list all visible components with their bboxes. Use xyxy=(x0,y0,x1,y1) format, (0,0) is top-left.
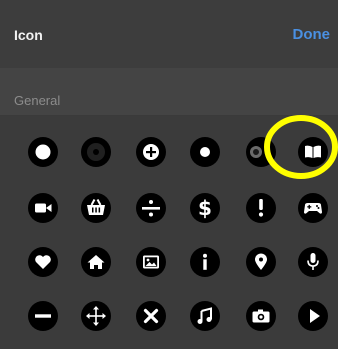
location-pin-icon xyxy=(255,253,267,270)
icon-option-book[interactable] xyxy=(298,137,328,167)
microphone-icon xyxy=(307,253,319,270)
icon-grid: $ xyxy=(0,116,338,349)
icon-option-toggle-dot[interactable] xyxy=(246,137,276,167)
icon-picker-panel: Icon Done General $ xyxy=(0,0,338,349)
icon-option-camera[interactable] xyxy=(246,301,276,331)
icon-option-plus-circle[interactable] xyxy=(136,137,166,167)
icon-option-music-note[interactable] xyxy=(190,301,220,331)
icon-option-exclamation[interactable] xyxy=(246,193,276,223)
camera-icon xyxy=(252,309,270,323)
book-icon xyxy=(305,145,321,158)
icon-option-small-dot[interactable] xyxy=(190,137,220,167)
header-bar: Icon Done xyxy=(0,0,338,68)
plus-circle-icon xyxy=(143,144,159,160)
icon-option-divide[interactable] xyxy=(136,193,166,223)
svg-text:$: $ xyxy=(198,196,212,220)
info-icon xyxy=(203,253,207,270)
home-icon xyxy=(87,255,105,269)
music-note-icon xyxy=(197,307,212,324)
icon-option-location-pin[interactable] xyxy=(246,247,276,277)
icon-option-home[interactable] xyxy=(81,247,111,277)
shopping-basket-icon xyxy=(87,199,105,215)
icon-option-microphone[interactable] xyxy=(298,247,328,277)
divide-icon xyxy=(142,200,160,217)
heart-icon xyxy=(35,255,51,269)
move-arrows-icon xyxy=(86,306,106,326)
icon-option-image[interactable] xyxy=(136,247,166,277)
section-label-general: General xyxy=(14,93,61,108)
icon-option-video-camera[interactable] xyxy=(28,193,58,223)
icon-option-gamepad[interactable] xyxy=(298,193,328,223)
icon-option-shopping-basket[interactable] xyxy=(81,193,111,223)
gamepad-icon xyxy=(304,203,322,214)
exclamation-icon xyxy=(258,199,264,217)
icon-option-heart[interactable] xyxy=(28,247,58,277)
section-header: General xyxy=(0,68,338,115)
close-x-icon xyxy=(143,308,159,324)
minus-icon xyxy=(35,314,51,318)
record-icon xyxy=(87,143,105,161)
icon-option-play[interactable] xyxy=(298,301,328,331)
done-button[interactable]: Done xyxy=(293,26,331,43)
toggle-dot-icon xyxy=(250,146,262,158)
icon-option-circle-filled[interactable] xyxy=(28,137,58,167)
icon-option-close-x[interactable] xyxy=(136,301,166,331)
icon-option-minus[interactable] xyxy=(28,301,58,331)
icon-option-info[interactable] xyxy=(190,247,220,277)
circle-filled-icon xyxy=(35,144,51,160)
page-title: Icon xyxy=(14,27,43,43)
video-camera-icon xyxy=(35,203,52,213)
dollar-icon: $ xyxy=(198,196,212,220)
play-icon xyxy=(310,309,320,323)
image-icon xyxy=(143,255,159,269)
small-dot-icon xyxy=(200,147,210,157)
icon-option-record[interactable] xyxy=(81,137,111,167)
icon-option-dollar[interactable]: $ xyxy=(190,193,220,223)
icon-option-move-arrows[interactable] xyxy=(81,301,111,331)
